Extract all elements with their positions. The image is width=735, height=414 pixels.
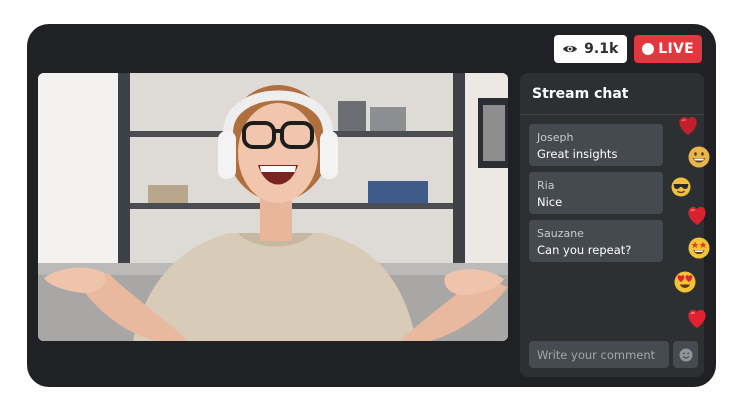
chat-title: Stream chat bbox=[532, 86, 629, 102]
stream-status-bar: 9.1k LIVE bbox=[554, 35, 702, 63]
live-stream-window: 9.1k LIVE Stream chat Joseph Great insig… bbox=[27, 24, 716, 387]
heart-icon bbox=[688, 206, 706, 225]
viewer-count: 9.1k bbox=[584, 41, 619, 57]
chat-message: Joseph Great insights bbox=[529, 124, 663, 166]
star-struck-face-icon bbox=[688, 237, 710, 259]
grinning-face-icon bbox=[688, 146, 710, 168]
video-player[interactable] bbox=[38, 73, 508, 341]
sunglasses-face-icon bbox=[671, 177, 691, 197]
chat-text: Nice bbox=[537, 195, 563, 209]
eye-icon bbox=[563, 45, 578, 53]
heart-eyes-face-icon bbox=[674, 271, 696, 293]
chat-message: Sauzane Can you repeat? bbox=[529, 220, 663, 262]
heart-icon bbox=[679, 116, 697, 135]
emoji-button[interactable] bbox=[673, 341, 698, 368]
video-frame bbox=[38, 73, 508, 341]
heart-icon bbox=[688, 309, 706, 328]
chat-message: Ria Nice bbox=[529, 172, 663, 214]
live-badge: LIVE bbox=[634, 35, 702, 63]
chat-divider bbox=[520, 114, 704, 115]
chat-text: Great insights bbox=[537, 147, 618, 161]
live-label: LIVE bbox=[658, 41, 694, 57]
live-dot-icon bbox=[642, 43, 655, 55]
smiley-icon bbox=[679, 348, 692, 361]
chat-author: Sauzane bbox=[537, 227, 584, 240]
chat-author: Joseph bbox=[537, 131, 574, 144]
viewer-count-badge: 9.1k bbox=[554, 35, 628, 63]
chat-text: Can you repeat? bbox=[537, 243, 632, 257]
comment-input[interactable] bbox=[529, 341, 669, 368]
chat-author: Ria bbox=[537, 179, 555, 192]
